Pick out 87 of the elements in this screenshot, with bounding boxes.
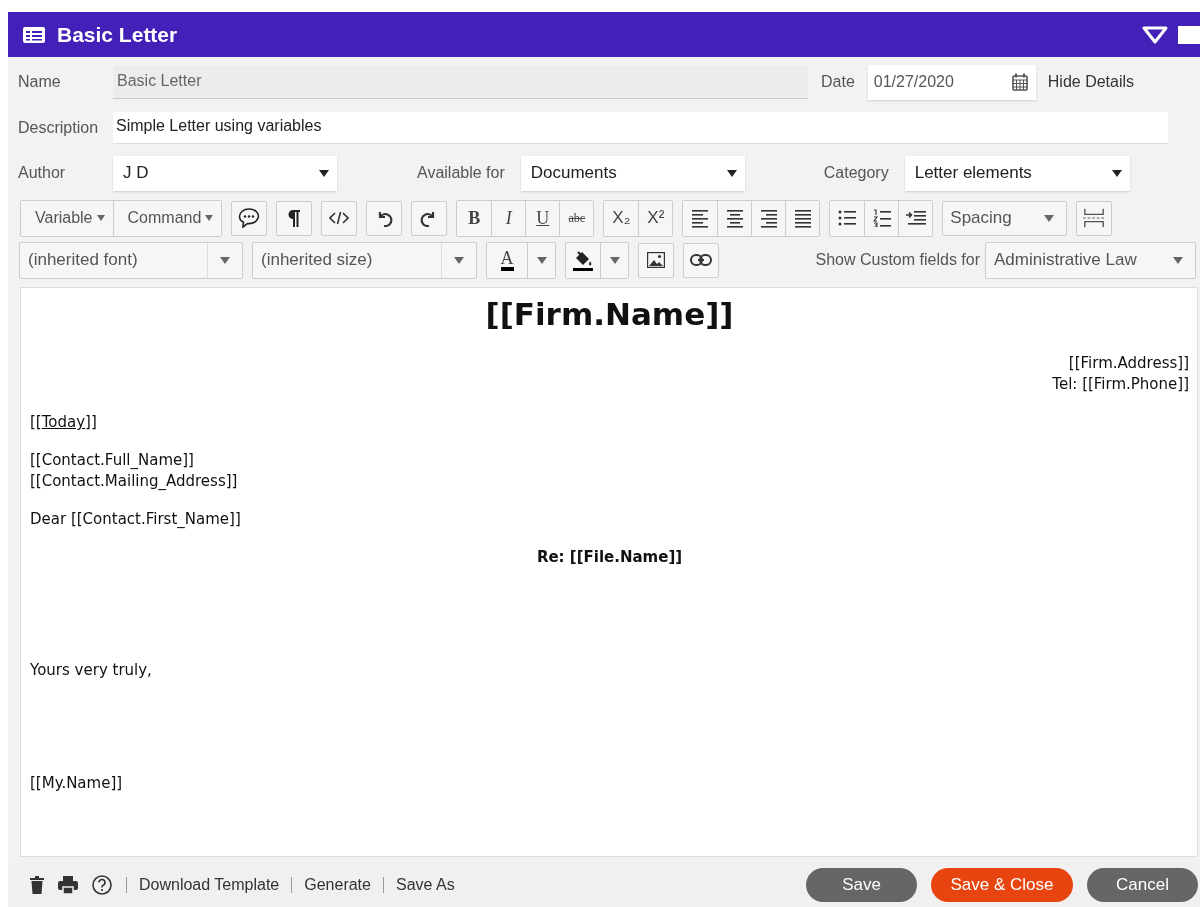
align-right-icon (760, 208, 777, 228)
maximize-button[interactable] (1178, 23, 1200, 46)
name-field[interactable]: Basic Letter (113, 65, 808, 99)
printer-icon (58, 876, 78, 894)
trash-icon (30, 876, 44, 894)
source-button[interactable] (321, 200, 358, 236)
document-text: Dear [[Contact.First_Name]] (30, 509, 241, 530)
print-button[interactable] (58, 876, 78, 894)
field-label: Author (18, 164, 67, 182)
strikethrough-button[interactable]: abc (559, 200, 594, 236)
undo-button[interactable] (366, 200, 403, 236)
field-label: Name (18, 73, 62, 91)
dropdown[interactable]: J D (113, 155, 337, 191)
superscript-button[interactable]: X² (638, 200, 673, 236)
document-text: Tel: [[Firm.Phone]] (1052, 374, 1189, 395)
square-icon (1178, 25, 1200, 44)
document-text: [[Contact.Mailing_Address]] (30, 471, 238, 492)
speech-bubble-icon (238, 208, 261, 228)
page-break-icon (1083, 207, 1106, 229)
redo-button[interactable] (411, 200, 448, 236)
align-center-icon (726, 208, 743, 228)
document-text: Re: [[File.Name]] (536, 547, 683, 568)
text-color-menu-button[interactable] (527, 242, 555, 278)
save-close-button[interactable]: Save & Close (931, 868, 1073, 902)
triangle-down-icon (1142, 25, 1168, 44)
window-title: Basic Letter (57, 22, 178, 47)
footer-link[interactable]: Download Template (127, 877, 293, 893)
caret-icon (609, 256, 620, 264)
caret-icon (536, 256, 547, 264)
indent-icon (905, 210, 926, 226)
insert-link-button[interactable] (683, 242, 719, 278)
document-text: [[Firm.Address]] (1068, 353, 1189, 374)
field-label: Category (823, 164, 889, 182)
document-text: Yours very truly, (30, 660, 152, 681)
align-left-icon (692, 208, 709, 228)
action-button[interactable]: Save (806, 868, 917, 902)
spacing-dropdown[interactable]: Spacing (942, 200, 1068, 236)
numbered-list-icon (872, 209, 891, 227)
calendar-icon (1011, 73, 1028, 91)
action-button[interactable]: Cancel (1087, 868, 1198, 902)
document-heading: [[Firm.Name]] (485, 295, 734, 334)
bullet-list-icon (838, 210, 857, 226)
footer-link[interactable]: Generate (292, 877, 384, 893)
dropdown[interactable]: Documents (520, 155, 745, 191)
caret-icon (1111, 169, 1122, 177)
image-icon (647, 252, 665, 268)
dropdown[interactable]: Letter elements (904, 155, 1130, 191)
delete-button[interactable] (30, 876, 44, 894)
hide-details-link[interactable]: Hide Details (1047, 73, 1135, 91)
date-field[interactable]: 01/27/2020 (867, 64, 1036, 100)
justify-icon (794, 208, 811, 228)
list-icon (23, 26, 45, 43)
custom-fields-label: Show Custom fields for (815, 251, 980, 269)
footer-link[interactable]: Save As (383, 877, 467, 893)
caret-icon (220, 256, 230, 264)
custom-fields-dropdown[interactable]: Administrative Law (985, 241, 1196, 279)
code-icon (329, 211, 350, 225)
paint-bucket-icon (573, 249, 593, 271)
menu-button[interactable]: Command (112, 200, 222, 236)
document-editor[interactable]: [[Firm.Name]] [[Firm.Address]] Tel: [[Firm.Phone]] [[Today]] [[Contact.Full_Name]] [[Contact.Mailing_Address]] Dear [[Contact.First_Name]] Re: [[File.Name]] Yours very truly, [[My.Name]] (20, 287, 1198, 857)
paragraph-button[interactable] (276, 200, 313, 236)
comment-button[interactable] (231, 200, 268, 236)
caret-icon (319, 169, 329, 177)
field-label: Date (821, 73, 855, 91)
caret-icon (454, 256, 464, 264)
caret-icon (1044, 214, 1055, 222)
help-button[interactable] (92, 875, 112, 895)
size-dropdown[interactable]: (inherited size) (252, 241, 477, 279)
link-icon (690, 254, 712, 266)
document-text: [[Today]] (30, 412, 97, 433)
help-icon (92, 875, 112, 895)
document-text: [[My.Name]] (30, 773, 123, 794)
pilcrow-icon (287, 209, 302, 227)
indent-button[interactable] (898, 200, 933, 236)
description-field[interactable]: Simple Letter using variables (113, 112, 1168, 144)
caret-icon (205, 215, 214, 221)
font-dropdown[interactable]: (inherited font) (19, 241, 243, 279)
document-text: [[Contact.Full_Name]] (30, 450, 194, 471)
justify-button[interactable] (785, 200, 820, 236)
highlight-color-menu-button[interactable] (600, 242, 628, 278)
field-label: Available for (417, 164, 505, 182)
caret-icon (726, 169, 737, 177)
page-break-button[interactable] (1076, 200, 1113, 236)
caret-icon (96, 215, 105, 221)
field-label: Description (18, 119, 100, 137)
caret-icon (1173, 256, 1183, 264)
insert-image-button[interactable] (638, 242, 674, 278)
